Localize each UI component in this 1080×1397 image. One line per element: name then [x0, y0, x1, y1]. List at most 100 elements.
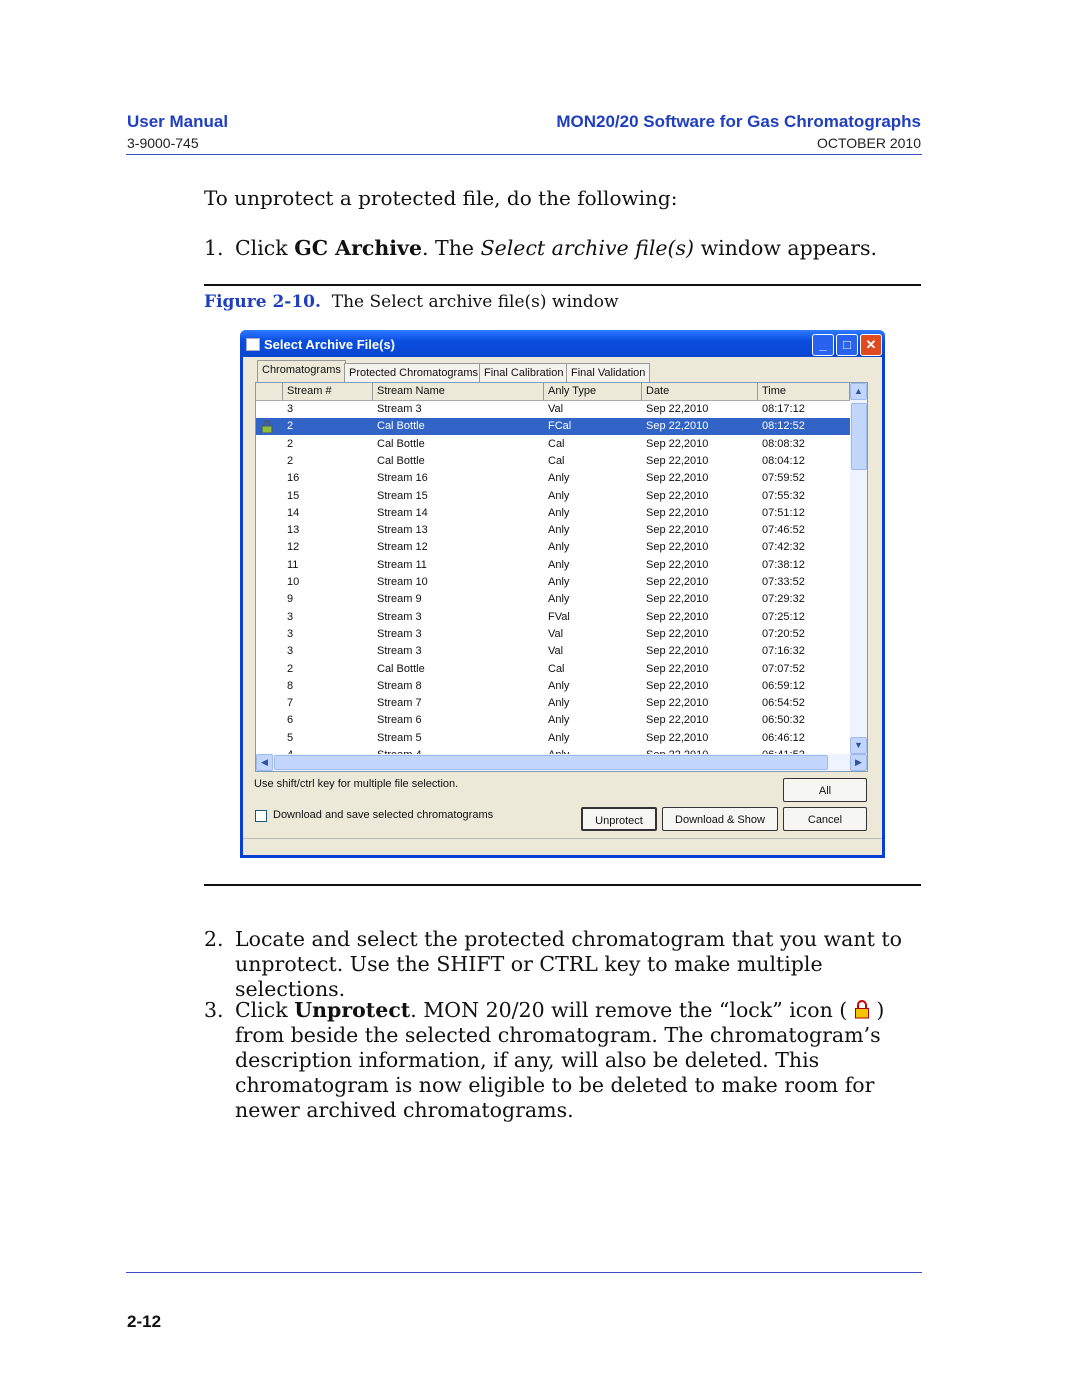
table-row[interactable]: 16 Stream 16 Anly Sep 22,2010 07:59:52	[256, 470, 850, 487]
cell-date: Sep 22,2010	[646, 524, 709, 537]
header-left-title: User Manual	[127, 112, 229, 131]
vertical-scrollbar[interactable]: ▲ ▼	[850, 383, 867, 754]
scroll-left-button[interactable]: ◀	[256, 754, 273, 771]
tab-final-validation[interactable]: Final Validation	[566, 363, 651, 382]
cell-time: 07:29:32	[762, 593, 805, 606]
manual-page: User Manual 3-9000-745 MON20/20 Software…	[0, 0, 1080, 1397]
table-row[interactable]: 2 Cal Bottle Cal Sep 22,2010 08:04:12	[256, 453, 850, 470]
column-header-stream-number[interactable]: Stream #	[283, 383, 373, 400]
table-row[interactable]: 14 Stream 14 Anly Sep 22,2010 07:51:12	[256, 505, 850, 522]
cell-date: Sep 22,2010	[646, 420, 709, 433]
tab-chromatograms[interactable]: Chromatograms	[257, 360, 346, 382]
select-archive-window: Select Archive File(s) _ □ ✕ Chromatogra…	[240, 330, 885, 858]
table-row[interactable]: 9 Stream 9 Anly Sep 22,2010 07:29:32	[256, 591, 850, 608]
cell-time: 06:54:52	[762, 697, 805, 710]
status-bar	[243, 838, 882, 855]
cell-anly-type: Val	[548, 645, 564, 658]
header-rule	[126, 154, 922, 155]
step-number: 3.	[204, 998, 224, 1022]
download-save-label: Download and save selected chromatograms	[273, 809, 494, 821]
archive-file-list[interactable]: Stream # Stream Name Anly Type Date Time…	[255, 382, 868, 772]
cell-anly-type: Anly	[548, 731, 570, 744]
cell-anly-type: Cal	[548, 454, 565, 467]
cell-anly-type: Anly	[548, 576, 570, 588]
cell-stream-number: 2	[287, 662, 294, 675]
selection-hint: Use shift/ctrl key for multiple file sel…	[254, 778, 459, 790]
tab-protected-chromatograms[interactable]: Protected Chromatograms	[344, 363, 483, 382]
unprotect-button[interactable]: Unprotect	[581, 807, 657, 831]
cell-date: Sep 22,2010	[646, 403, 709, 415]
cell-stream-name: Stream 3	[377, 645, 422, 658]
cell-anly-type: Anly	[548, 714, 570, 727]
text: Click	[235, 236, 295, 260]
cell-date: Sep 22,2010	[646, 627, 709, 640]
table-row[interactable]: 5 Stream 5 Anly Sep 22,2010 06:46:12	[256, 730, 850, 747]
table-row[interactable]: 2 Cal Bottle Cal Sep 22,2010 07:07:52	[256, 661, 850, 678]
table-row[interactable]: 12 Stream 12 Anly Sep 22,2010 07:42:32	[256, 539, 850, 556]
cell-time: 06:59:12	[762, 679, 805, 692]
table-row[interactable]: 7 Stream 7 Anly Sep 22,2010 06:54:52	[256, 695, 850, 712]
column-header-stream-name[interactable]: Stream Name	[373, 383, 544, 400]
header-right-title: MON20/20 Software for Gas Chromatographs	[556, 112, 921, 131]
table-row[interactable]: 2 Cal Bottle Cal Sep 22,2010 08:08:32	[256, 436, 850, 453]
column-header-lock[interactable]	[256, 383, 283, 400]
table-row[interactable]: 10 Stream 10 Anly Sep 22,2010 07:33:52	[256, 574, 850, 591]
cell-time: 08:12:52	[762, 420, 805, 433]
cell-time: 07:07:52	[762, 662, 805, 675]
table-row[interactable]: 6 Stream 6 Anly Sep 22,2010 06:50:32	[256, 712, 850, 729]
cell-stream-number: 3	[287, 627, 294, 640]
cell-stream-name: Stream 3	[377, 403, 422, 415]
maximize-button[interactable]: □	[836, 334, 858, 356]
cell-time: 07:42:32	[762, 541, 805, 554]
scroll-right-button[interactable]: ▶	[850, 754, 867, 771]
cell-date: Sep 22,2010	[646, 593, 709, 606]
title-bar[interactable]: Select Archive File(s) _ □ ✕	[240, 330, 885, 357]
cell-time: 07:59:52	[762, 472, 805, 485]
cell-time: 07:25:12	[762, 610, 805, 623]
table-row[interactable]: 3 Stream 3 Val Sep 22,2010 07:16:32	[256, 643, 850, 660]
close-button[interactable]: ✕	[860, 334, 882, 356]
table-row[interactable]: 3 Stream 3 FVal Sep 22,2010 07:25:12	[256, 609, 850, 626]
table-row[interactable]: 13 Stream 13 Anly Sep 22,2010 07:46:52	[256, 522, 850, 539]
cell-stream-name: Cal Bottle	[377, 454, 425, 467]
cell-anly-type: Anly	[548, 697, 570, 710]
table-row[interactable]: 8 Stream 8 Anly Sep 22,2010 06:59:12	[256, 678, 850, 695]
figure-caption: Figure 2-10. The Select archive file(s) …	[204, 290, 619, 315]
figure-top-rule	[204, 284, 921, 286]
cell-stream-name: Stream 15	[377, 489, 428, 502]
cell-stream-name: Stream 3	[377, 610, 422, 623]
minimize-button[interactable]: _	[812, 334, 834, 356]
column-header-date[interactable]: Date	[642, 383, 758, 400]
scrollbar-thumb[interactable]	[851, 403, 867, 470]
table-row[interactable]: 2 Cal Bottle FCal Sep 22,2010 08:12:52	[256, 418, 850, 436]
table-row[interactable]: 11 Stream 11 Anly Sep 22,2010 07:38:12	[256, 557, 850, 574]
column-header-time[interactable]: Time	[758, 383, 850, 400]
cell-stream-name: Cal Bottle	[377, 420, 425, 433]
table-row[interactable]: 15 Stream 15 Anly Sep 22,2010 07:55:32	[256, 488, 850, 505]
cell-stream-number: 8	[287, 679, 294, 692]
cell-stream-name: Stream 7	[377, 697, 422, 710]
page-number: 2-12	[127, 1312, 162, 1331]
scroll-up-button[interactable]: ▲	[850, 383, 867, 400]
figure-bottom-rule	[204, 884, 921, 886]
download-show-button[interactable]: Download & Show	[662, 807, 778, 831]
cell-anly-type: Anly	[548, 506, 570, 519]
text: . MON 20/20 will remove the “lock” icon …	[410, 998, 854, 1022]
table-row[interactable]: 3 Stream 3 Val Sep 22,2010 07:20:52	[256, 626, 850, 643]
cell-stream-name: Stream 5	[377, 731, 422, 744]
column-header-anly-type[interactable]: Anly Type	[544, 383, 642, 400]
cell-time: 07:33:52	[762, 576, 805, 588]
all-button[interactable]: All	[783, 778, 867, 802]
scroll-down-button[interactable]: ▼	[850, 737, 867, 754]
cell-date: Sep 22,2010	[646, 454, 709, 467]
cell-date: Sep 22,2010	[646, 679, 709, 692]
cell-time: 07:20:52	[762, 627, 805, 640]
cancel-button[interactable]: Cancel	[783, 807, 867, 831]
download-save-checkbox[interactable]	[255, 810, 267, 822]
table-row[interactable]: 3 Stream 3 Val Sep 22,2010 08:17:12	[256, 401, 850, 418]
scrollbar-thumb[interactable]	[274, 755, 828, 770]
cell-date: Sep 22,2010	[646, 472, 709, 485]
tab-final-calibration[interactable]: Final Calibration	[479, 363, 569, 382]
horizontal-scrollbar[interactable]: ◀ ▶	[256, 754, 867, 771]
cell-date: Sep 22,2010	[646, 576, 709, 588]
